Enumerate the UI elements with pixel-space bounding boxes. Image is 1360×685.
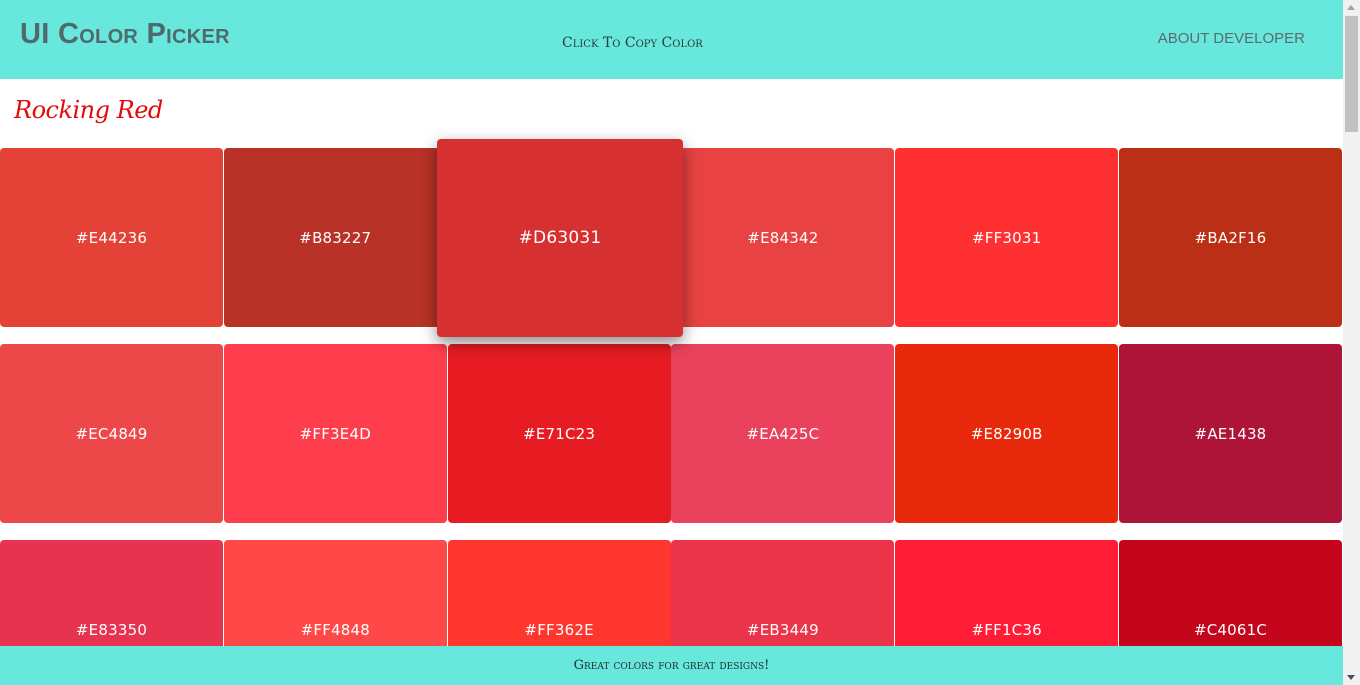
brand-title[interactable]: UI Color Picker <box>20 18 230 51</box>
color-swatch[interactable]: #E84342 <box>671 148 895 327</box>
color-swatch[interactable]: #EA425C <box>671 344 895 523</box>
scroll-thumb[interactable] <box>1345 16 1358 132</box>
palette-title: Rocking Red <box>14 96 163 124</box>
about-developer-link[interactable]: ABOUT DEVELOPER <box>1158 30 1305 47</box>
color-swatch[interactable]: #AE1438 <box>1119 344 1342 523</box>
color-swatch[interactable]: #FF3E4D <box>223 344 447 523</box>
copy-hint-text: Click To Copy Color <box>562 35 703 51</box>
footer: Great colors for great designs! <box>0 646 1343 685</box>
scroll-down-arrow-icon[interactable] <box>1347 675 1355 680</box>
page: UI Color Picker Click To Copy Color ABOU… <box>0 0 1343 685</box>
color-swatch[interactable]: #E71C23 <box>447 344 671 523</box>
color-swatch[interactable]: #B83227 <box>223 148 447 327</box>
color-swatch[interactable]: #D63031 <box>437 139 683 337</box>
color-swatch[interactable]: #E8290B <box>895 344 1119 523</box>
scroll-up-arrow-icon[interactable] <box>1347 5 1355 10</box>
color-swatch[interactable]: #FF3031 <box>895 148 1119 327</box>
footer-text: Great colors for great designs! <box>573 658 770 673</box>
color-swatch[interactable]: #E44236 <box>0 148 223 327</box>
top-navbar: UI Color Picker Click To Copy Color ABOU… <box>0 0 1343 79</box>
color-swatch[interactable]: #BA2F16 <box>1119 148 1342 327</box>
vertical-scrollbar[interactable] <box>1343 0 1360 685</box>
color-swatch[interactable]: #EC4849 <box>0 344 223 523</box>
